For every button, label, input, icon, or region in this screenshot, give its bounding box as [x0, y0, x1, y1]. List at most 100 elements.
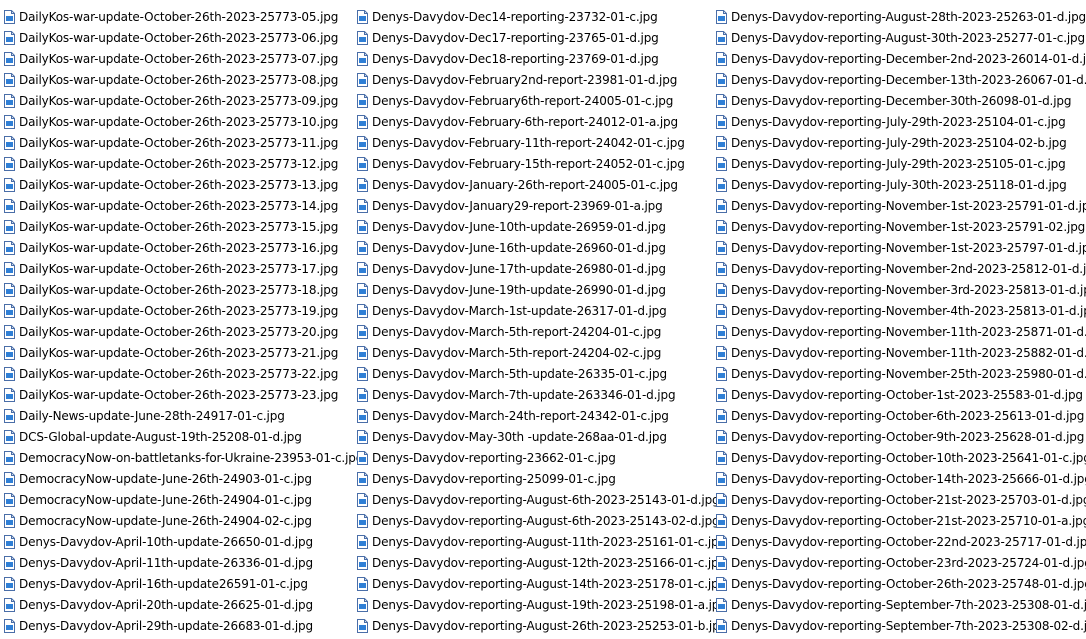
file-item[interactable]: DailyKos-war-update-October-26th-2023-25…	[4, 132, 354, 153]
file-item[interactable]: Denys-Davydov-March-24th-report-24342-01…	[357, 405, 712, 426]
file-item[interactable]: Denys-Davydov-reporting-25099-01-c.jpg	[357, 468, 712, 489]
file-item[interactable]: Denys-Davydov-June-17th-update-26980-01-…	[357, 258, 712, 279]
file-item[interactable]: Denys-Davydov-reporting-August-12th-2023…	[357, 552, 726, 573]
file-item[interactable]: Denys-Davydov-reporting-July-29th-2023-2…	[716, 111, 1086, 132]
file-item[interactable]: Denys-Davydov-February2nd-report-23981-0…	[357, 69, 712, 90]
file-name: Denys-Davydov-February-15th-report-24052…	[372, 156, 685, 171]
file-item[interactable]: Denys-Davydov-reporting-August-30th-2023…	[716, 27, 1086, 48]
file-item[interactable]: Denys-Davydov-reporting-December-13th-20…	[716, 69, 1086, 90]
file-item[interactable]: Denys-Davydov-reporting-November-25th-20…	[716, 363, 1086, 384]
file-item[interactable]: Denys-Davydov-reporting-August-28th-2023…	[716, 6, 1086, 27]
file-item[interactable]: DemocracyNow-update-June-26th-24904-02-c…	[4, 510, 354, 531]
file-item[interactable]: Denys-Davydov-February-6th-report-24012-…	[357, 111, 712, 132]
file-item[interactable]: Denys-Davydov-February-15th-report-24052…	[357, 153, 712, 174]
file-item[interactable]: Denys-Davydov-April-11th-update-26336-01…	[4, 552, 354, 573]
file-item[interactable]: Denys-Davydov-reporting-October-23rd-202…	[716, 552, 1086, 573]
file-item[interactable]: Denys-Davydov-June-10th-update-26959-01-…	[357, 216, 712, 237]
file-item[interactable]: DailyKos-war-update-October-26th-2023-25…	[4, 342, 354, 363]
file-item[interactable]: Denys-Davydov-reporting-December-30th-26…	[716, 90, 1086, 111]
file-item[interactable]: Denys-Davydov-reporting-November-1st-202…	[716, 195, 1086, 216]
jpg-image-file-icon	[357, 30, 368, 45]
file-item[interactable]: Denys-Davydov-reporting-July-29th-2023-2…	[716, 153, 1086, 174]
jpg-image-file-icon	[716, 30, 727, 45]
file-item[interactable]: DailyKos-war-update-October-26th-2023-25…	[4, 6, 354, 27]
file-item[interactable]: Denys-Davydov-April-10th-update-26650-01…	[4, 531, 354, 552]
file-item[interactable]: DailyKos-war-update-October-26th-2023-25…	[4, 279, 354, 300]
file-item[interactable]: Denys-Davydov-reporting-November-1st-202…	[716, 237, 1086, 258]
file-item[interactable]: Denys-Davydov-reporting-August-6th-2023-…	[357, 489, 720, 510]
file-item[interactable]: DemocracyNow-update-June-26th-24904-01-c…	[4, 489, 354, 510]
file-item[interactable]: DCS-Global-update-August-19th-25208-01-d…	[4, 426, 354, 447]
file-name: Denys-Davydov-April-20th-update-26625-01…	[19, 597, 313, 612]
file-item[interactable]: Denys-Davydov-reporting-October-10th-202…	[716, 447, 1086, 468]
file-name: Denys-Davydov-reporting-December-2nd-202…	[731, 51, 1086, 66]
file-item[interactable]: Denys-Davydov-reporting-September-7th-20…	[716, 594, 1086, 615]
file-item[interactable]: Denys-Davydov-Dec17-reporting-23765-01-d…	[357, 27, 712, 48]
file-item[interactable]: Denys-Davydov-reporting-November-2nd-202…	[716, 258, 1086, 279]
file-item[interactable]: Denys-Davydov-January29-report-23969-01-…	[357, 195, 712, 216]
file-item[interactable]: Denys-Davydov-reporting-November-11th-20…	[716, 321, 1086, 342]
file-item[interactable]: Denys-Davydov-reporting-October-9th-2023…	[716, 426, 1086, 447]
file-item[interactable]: DailyKos-war-update-October-26th-2023-25…	[4, 90, 354, 111]
file-item[interactable]: DailyKos-war-update-October-26th-2023-25…	[4, 363, 354, 384]
file-item[interactable]: Daily-News-update-June-28th-24917-01-c.j…	[4, 405, 354, 426]
file-item[interactable]: DailyKos-war-update-October-26th-2023-25…	[4, 321, 354, 342]
file-item[interactable]: Denys-Davydov-reporting-October-21st-202…	[716, 510, 1086, 531]
file-item[interactable]: Denys-Davydov-reporting-October-1st-2023…	[716, 384, 1086, 405]
file-item[interactable]: Denys-Davydov-reporting-August-6th-2023-…	[357, 510, 720, 531]
file-item[interactable]: Denys-Davydov-March-5th-update-26335-01-…	[357, 363, 712, 384]
file-item[interactable]: DailyKos-war-update-October-26th-2023-25…	[4, 384, 354, 405]
file-item[interactable]: DailyKos-war-update-October-26th-2023-25…	[4, 111, 354, 132]
file-item[interactable]: Denys-Davydov-reporting-August-14th-2023…	[357, 573, 726, 594]
file-item[interactable]: Denys-Davydov-reporting-November-11th-20…	[716, 342, 1086, 363]
file-item[interactable]: Denys-Davydov-February6th-report-24005-0…	[357, 90, 712, 111]
jpg-image-file-icon	[716, 177, 727, 192]
file-item[interactable]: Denys-Davydov-Dec14-reporting-23732-01-c…	[357, 6, 712, 27]
file-item[interactable]: Denys-Davydov-reporting-November-1st-202…	[716, 216, 1086, 237]
file-item[interactable]: Denys-Davydov-reporting-October-21st-202…	[716, 489, 1086, 510]
file-item[interactable]: Denys-Davydov-reporting-August-11th-2023…	[357, 531, 726, 552]
file-item[interactable]: Denys-Davydov-April-29th-update-26683-01…	[4, 615, 354, 636]
file-item[interactable]: DailyKos-war-update-October-26th-2023-25…	[4, 195, 354, 216]
file-item[interactable]: DailyKos-war-update-October-26th-2023-25…	[4, 216, 354, 237]
file-item[interactable]: Denys-Davydov-reporting-July-30th-2023-2…	[716, 174, 1086, 195]
file-item[interactable]: DailyKos-war-update-October-26th-2023-25…	[4, 300, 354, 321]
file-item[interactable]: DemocracyNow-update-June-26th-24903-01-c…	[4, 468, 354, 489]
file-item[interactable]: Denys-Davydov-reporting-August-26th-2023…	[357, 615, 727, 636]
file-name: Denys-Davydov-April-16th-update26591-01-…	[19, 576, 308, 591]
file-item[interactable]: Denys-Davydov-April-16th-update26591-01-…	[4, 573, 354, 594]
file-item[interactable]: Denys-Davydov-April-20th-update-26625-01…	[4, 594, 354, 615]
file-item[interactable]: Denys-Davydov-reporting-November-3rd-202…	[716, 279, 1086, 300]
file-item[interactable]: DailyKos-war-update-October-26th-2023-25…	[4, 69, 354, 90]
file-item[interactable]: Denys-Davydov-reporting-October-6th-2023…	[716, 405, 1086, 426]
file-item[interactable]: DailyKos-war-update-October-26th-2023-25…	[4, 27, 354, 48]
file-item[interactable]: Denys-Davydov-March-5th-report-24204-01-…	[357, 321, 712, 342]
file-name: Denys-Davydov-reporting-November-2nd-202…	[731, 261, 1086, 276]
file-item[interactable]: DailyKos-war-update-October-26th-2023-25…	[4, 153, 354, 174]
file-item[interactable]: DailyKos-war-update-October-26th-2023-25…	[4, 48, 354, 69]
file-item[interactable]: Denys-Davydov-March-5th-report-24204-02-…	[357, 342, 712, 363]
file-item[interactable]: DailyKos-war-update-October-26th-2023-25…	[4, 174, 354, 195]
file-item[interactable]: Denys-Davydov-March-7th-update-263346-01…	[357, 384, 712, 405]
file-item[interactable]: Denys-Davydov-January-26th-report-24005-…	[357, 174, 712, 195]
file-item[interactable]: Denys-Davydov-May-30th -update-268aa-01-…	[357, 426, 712, 447]
file-item[interactable]: Denys-Davydov-reporting-August-19th-2023…	[357, 594, 727, 615]
file-item[interactable]: Denys-Davydov-reporting-October-14th-202…	[716, 468, 1086, 489]
file-item[interactable]: DemocracyNow-on-battletanks-for-Ukraine-…	[4, 447, 363, 468]
file-item[interactable]: Denys-Davydov-June-19th-update-26990-01-…	[357, 279, 712, 300]
file-item[interactable]: Denys-Davydov-February-11th-report-24042…	[357, 132, 712, 153]
file-item[interactable]: DailyKos-war-update-October-26th-2023-25…	[4, 237, 354, 258]
file-item[interactable]: Denys-Davydov-reporting-November-4th-202…	[716, 300, 1086, 321]
file-item[interactable]: Denys-Davydov-reporting-December-2nd-202…	[716, 48, 1086, 69]
file-item[interactable]: Denys-Davydov-reporting-September-7th-20…	[716, 615, 1086, 636]
file-item[interactable]: Denys-Davydov-reporting-23662-01-c.jpg	[357, 447, 712, 468]
file-item[interactable]: Denys-Davydov-March-1st-update-26317-01-…	[357, 300, 712, 321]
file-item[interactable]: Denys-Davydov-June-16th-update-26960-01-…	[357, 237, 712, 258]
file-item[interactable]: Denys-Davydov-reporting-July-29th-2023-2…	[716, 132, 1086, 153]
file-item[interactable]: Denys-Davydov-Dec18-reporting-23769-01-d…	[357, 48, 712, 69]
file-name: Denys-Davydov-January29-report-23969-01-…	[372, 198, 663, 213]
file-item[interactable]: Denys-Davydov-reporting-October-22nd-202…	[716, 531, 1086, 552]
jpg-image-file-icon	[716, 198, 727, 213]
file-item[interactable]: Denys-Davydov-reporting-October-26th-202…	[716, 573, 1086, 594]
file-item[interactable]: DailyKos-war-update-October-26th-2023-25…	[4, 258, 354, 279]
